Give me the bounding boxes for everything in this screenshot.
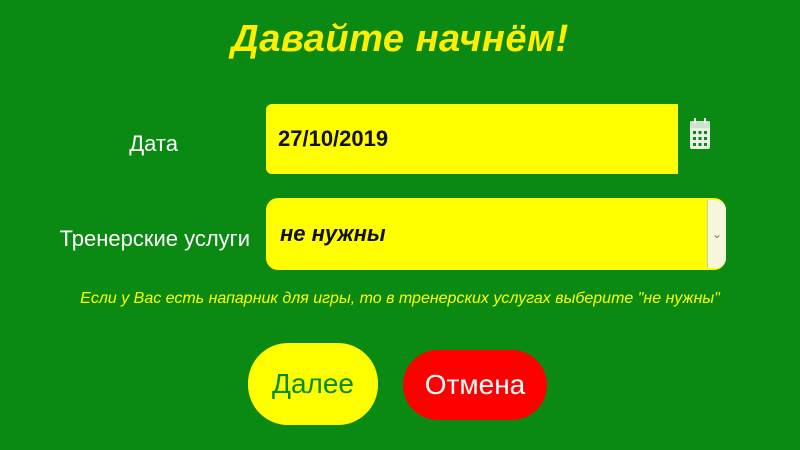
date-value: 27/10/2019 bbox=[278, 126, 389, 151]
coaching-services-select[interactable]: не нужны ⌄ bbox=[266, 198, 726, 270]
calendar-icon[interactable] bbox=[688, 115, 712, 155]
date-label: Дата bbox=[129, 131, 178, 156]
coaching-services-value: не нужны bbox=[280, 221, 386, 246]
date-field[interactable]: 27/10/2019 bbox=[266, 104, 678, 174]
page-title: Давайте начнём! bbox=[231, 18, 569, 60]
cancel-button[interactable]: Отмена bbox=[403, 350, 547, 420]
next-button[interactable]: Далее bbox=[248, 343, 378, 425]
chevron-down-icon[interactable]: ⌄ bbox=[707, 200, 726, 268]
coaching-services-label: Тренерские услуги bbox=[59, 226, 250, 251]
coaching-hint: Если у Вас есть напарник для игры, то в … bbox=[80, 290, 720, 307]
